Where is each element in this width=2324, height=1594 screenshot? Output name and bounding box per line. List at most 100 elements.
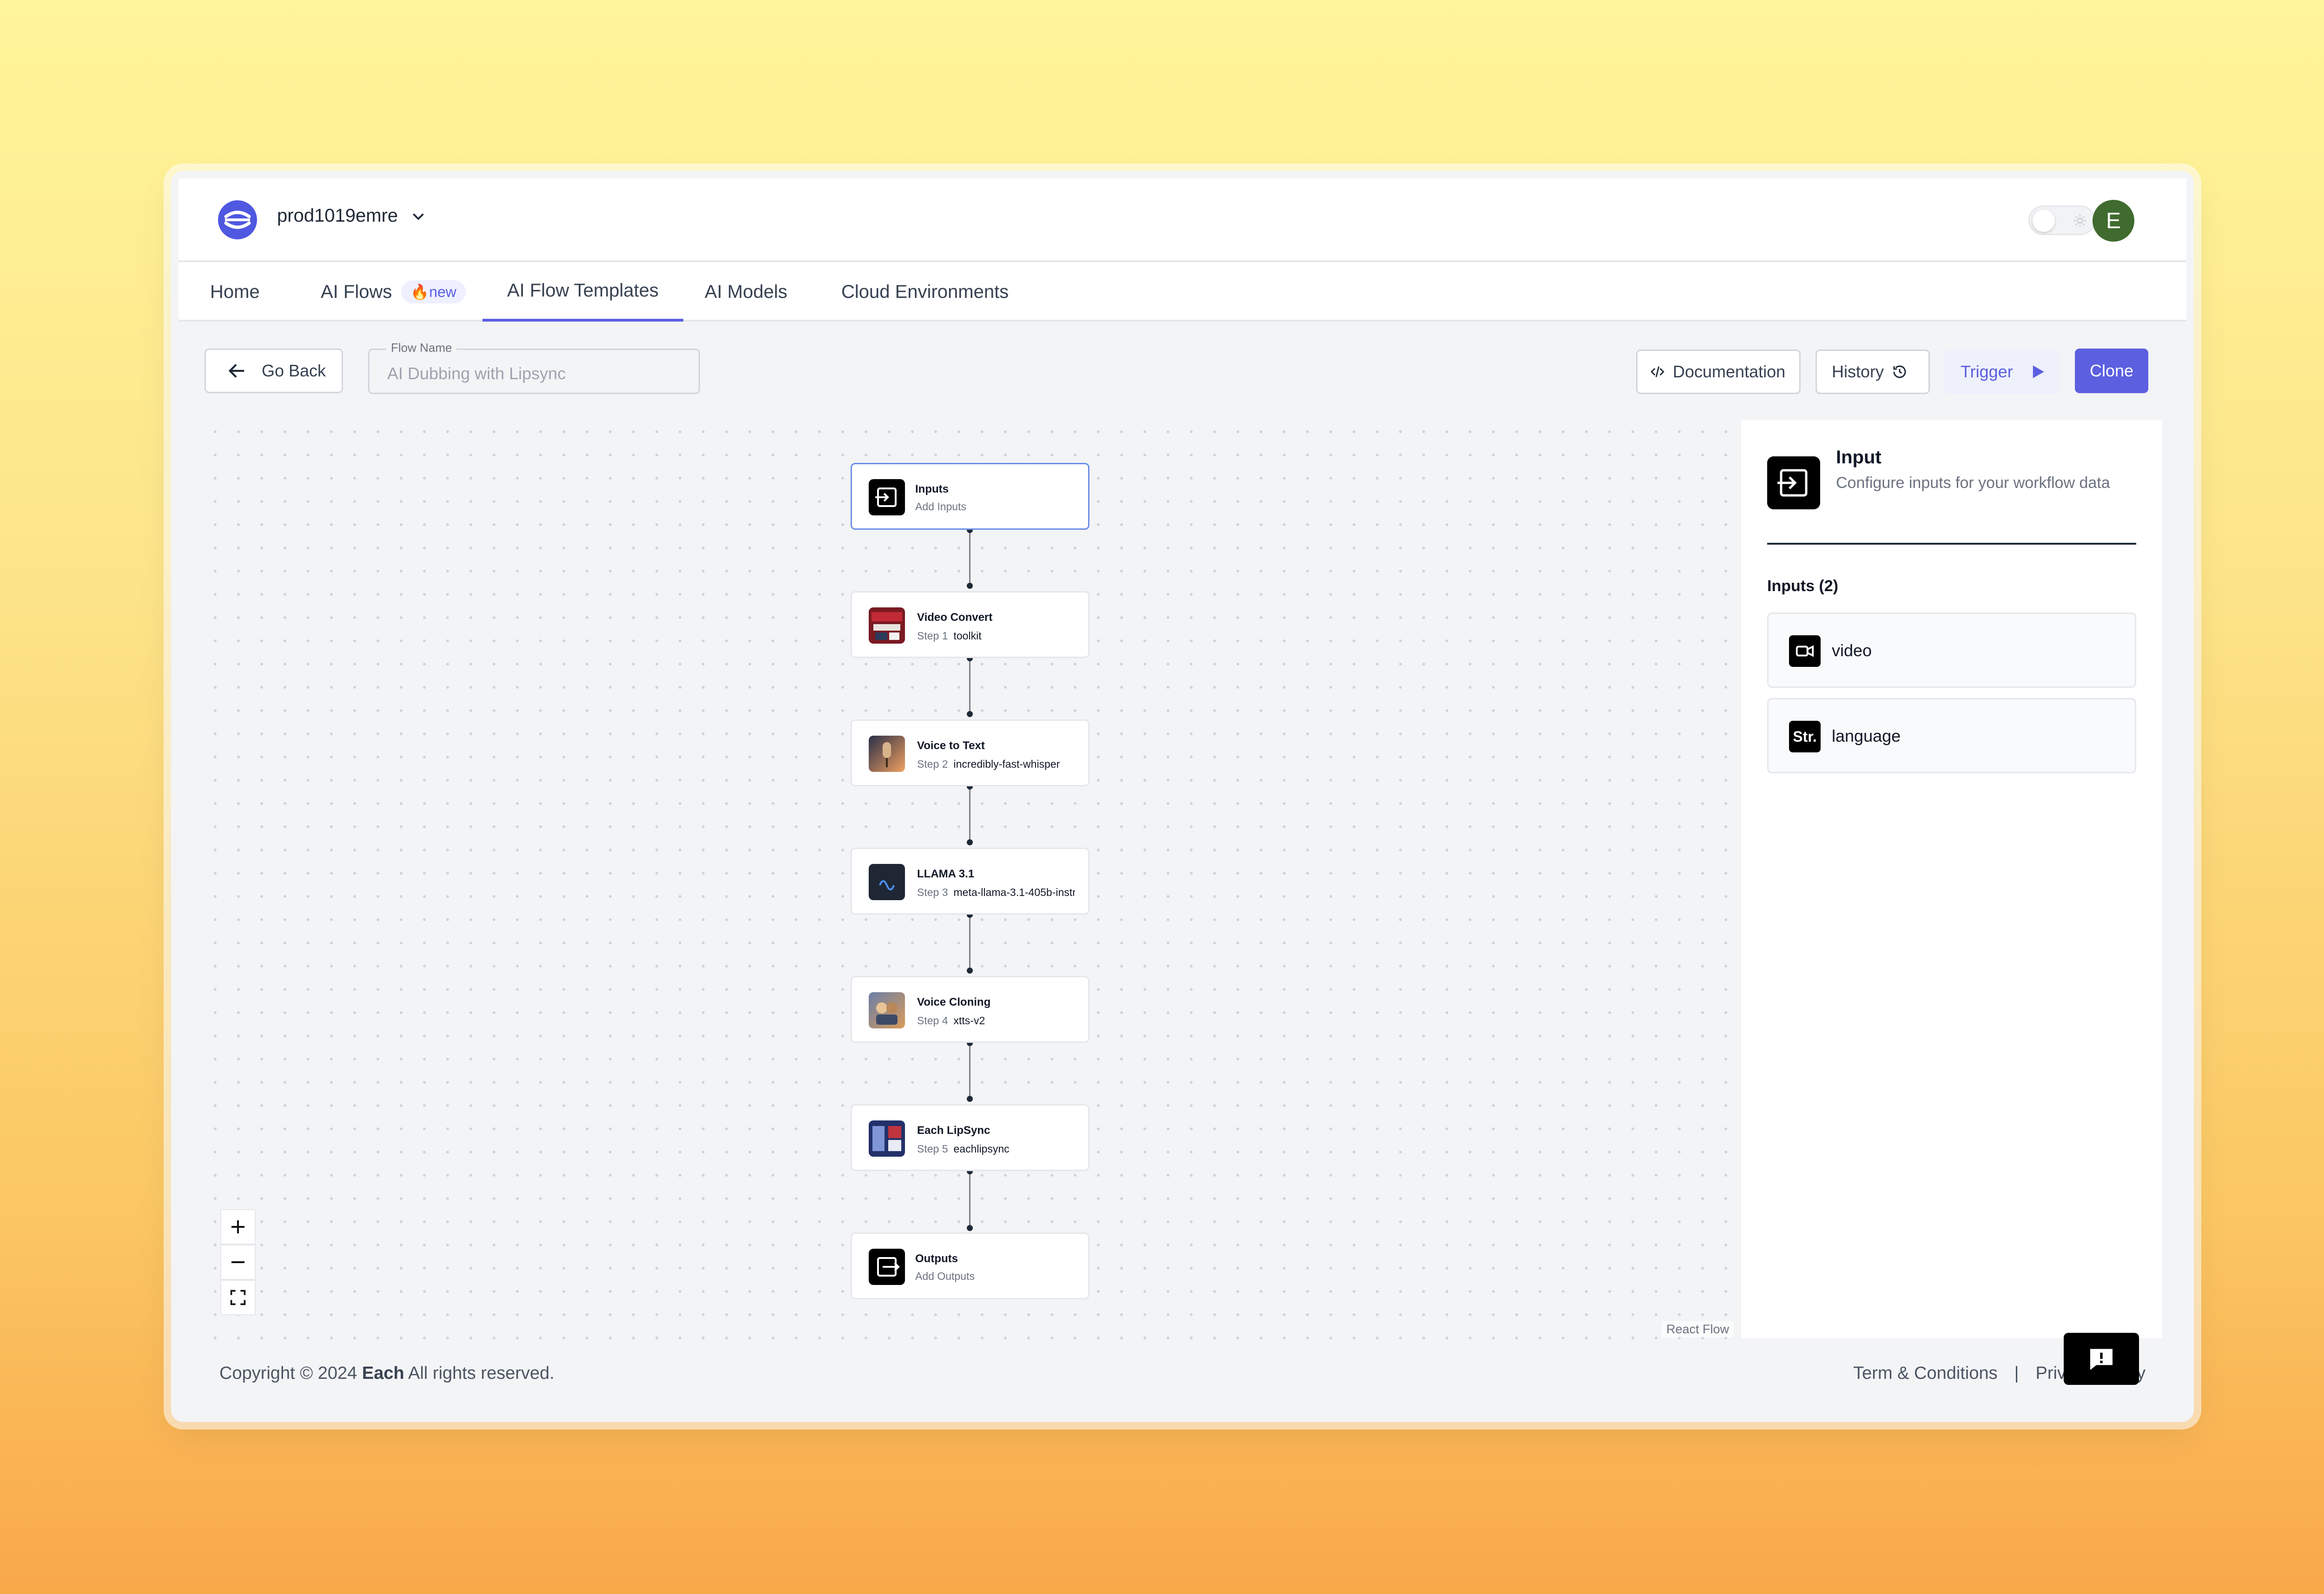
panel-title: Input	[1836, 447, 1882, 468]
top-bar: prod1019emre E	[178, 178, 2186, 262]
inputs-heading: Inputs (2)	[1767, 577, 1838, 595]
node-subtitle: Step 4 xtts-v2	[917, 1014, 1075, 1027]
flow-edge	[969, 658, 971, 714]
flow-name-label: Flow Name	[386, 341, 457, 355]
input-icon	[869, 479, 905, 515]
node-title: Inputs	[915, 483, 949, 495]
edge-handle	[967, 711, 973, 717]
trigger-label: Trigger	[1961, 362, 2013, 381]
edge-handle	[967, 839, 973, 845]
video-icon	[1789, 635, 1821, 667]
flow-name-field[interactable]: Flow Name AI Dubbing with Lipsync	[368, 341, 700, 394]
node-model: meta-llama-3.1-405b-instruct	[953, 886, 1076, 898]
node-model: toolkit	[953, 630, 982, 642]
tab-ai-flow-templates[interactable]: AI Flow Templates	[482, 262, 683, 322]
tab-ai-flow-templates-label: AI Flow Templates	[507, 280, 659, 301]
flow-edge	[969, 530, 971, 586]
edge-handle	[967, 968, 973, 974]
documentation-button[interactable]: Documentation	[1636, 349, 1801, 394]
node-model: xtts-v2	[953, 1014, 985, 1027]
output-icon	[869, 1249, 905, 1285]
new-badge: 🔥new	[401, 280, 466, 303]
input-icon	[1767, 456, 1820, 509]
video-convert-node[interactable]: Video Convert Step 1 toolkit	[851, 591, 1089, 658]
plus-icon	[231, 1220, 244, 1233]
documentation-label: Documentation	[1673, 362, 1786, 381]
node-title: Each LipSync	[917, 1124, 990, 1137]
node-title: Outputs	[915, 1252, 958, 1265]
workspace-selector[interactable]: prod1019emre	[277, 205, 427, 226]
brand-name: Each	[362, 1363, 404, 1383]
input-item-video[interactable]: video	[1767, 613, 2136, 688]
history-button[interactable]: History	[1816, 349, 1930, 394]
toggle-knob	[2033, 210, 2055, 232]
tab-home-label: Home	[210, 281, 260, 302]
react-flow-attribution[interactable]: React Flow	[1661, 1321, 1734, 1337]
flow-edge	[969, 1043, 971, 1099]
video-convert-thumbnail	[869, 607, 905, 644]
flow-name-value: AI Dubbing with Lipsync	[387, 364, 566, 383]
node-title: Voice Cloning	[917, 996, 991, 1008]
tab-home[interactable]: Home	[210, 262, 260, 322]
flow-edge	[969, 915, 971, 970]
divider	[1767, 543, 2136, 545]
history-label: History	[1832, 362, 1884, 381]
flow-edge	[969, 786, 971, 842]
tab-ai-flows-label: AI Flows	[321, 281, 392, 302]
voice-cloning-thumbnail	[869, 992, 905, 1028]
chevron-down-icon	[413, 213, 424, 220]
tab-ai-models-label: AI Models	[705, 281, 787, 302]
user-avatar[interactable]: E	[2093, 200, 2134, 242]
workspace-name: prod1019emre	[277, 205, 398, 226]
tab-cloud-environments[interactable]: Cloud Environments	[841, 262, 1009, 322]
tab-ai-flows[interactable]: AI Flows 🔥new	[321, 262, 466, 322]
badge-label: new	[429, 283, 456, 300]
node-subtitle: Step 1 toolkit	[917, 630, 1075, 642]
input-label: language	[1832, 726, 1901, 745]
go-back-button[interactable]: Go Back	[205, 349, 343, 393]
feedback-chat-button[interactable]	[2064, 1333, 2139, 1385]
input-item-language[interactable]: Str. language	[1767, 698, 2136, 773]
code-icon	[1651, 366, 1664, 377]
minus-icon	[231, 1261, 244, 1263]
fullscreen-icon	[230, 1290, 246, 1305]
voice-cloning-node[interactable]: Voice Cloning Step 4 xtts-v2	[851, 976, 1089, 1043]
panel-description: Configure inputs for your workflow data	[1836, 474, 2110, 492]
theme-toggle[interactable]	[2028, 205, 2095, 235]
sun-icon	[2073, 214, 2086, 227]
each-lipsync-node[interactable]: Each LipSync Step 5 eachlipsync	[851, 1104, 1089, 1171]
tab-ai-models[interactable]: AI Models	[705, 262, 787, 322]
node-step: Step 2	[917, 758, 948, 770]
edge-handle	[967, 583, 973, 589]
fit-view-button[interactable]	[220, 1280, 256, 1315]
main-nav: Home AI Flows 🔥new AI Flow Templates AI …	[178, 262, 2186, 322]
voice-to-text-node[interactable]: Voice to Text Step 2 incredibly-fast-whis…	[851, 719, 1089, 786]
node-title: LLAMA 3.1	[917, 868, 975, 880]
copyright-suffix: All rights reserved.	[408, 1363, 555, 1383]
trigger-button[interactable]: Trigger	[1945, 349, 2060, 394]
clone-button[interactable]: Clone	[2075, 349, 2148, 393]
outputs-node[interactable]: Outputs Add Outputs	[851, 1232, 1089, 1299]
node-step: Step 5	[917, 1143, 948, 1155]
meta-logo-thumbnail	[869, 864, 905, 900]
edge-handle	[967, 1225, 973, 1231]
arrow-left-icon	[228, 364, 244, 378]
footer-separator: |	[2014, 1363, 2019, 1383]
node-model: incredibly-fast-whisper	[953, 758, 1060, 770]
node-step: Step 4	[917, 1014, 948, 1027]
inputs-node[interactable]: Inputs Add Inputs	[851, 463, 1089, 530]
flow-canvas[interactable]: Inputs Add Inputs Video Convert Step 1 to…	[204, 420, 1737, 1340]
zoom-out-button[interactable]	[220, 1245, 256, 1280]
node-step: Step 3	[917, 886, 948, 898]
input-label: video	[1832, 641, 1872, 660]
input-config-panel: Input Configure inputs for your workflow…	[1741, 420, 2162, 1338]
node-subtitle: Step 3 meta-llama-3.1-405b-instruct	[917, 886, 1075, 899]
copyright-prefix: Copyright © 2024	[219, 1363, 357, 1383]
terms-link[interactable]: Term & Conditions	[1853, 1363, 1997, 1383]
go-back-label: Go Back	[262, 361, 326, 380]
tab-cloud-environments-label: Cloud Environments	[841, 281, 1009, 302]
brand-logo-icon[interactable]	[217, 199, 258, 241]
play-icon	[2033, 365, 2044, 378]
zoom-in-button[interactable]	[220, 1209, 256, 1245]
llama-node[interactable]: LLAMA 3.1 Step 3 meta-llama-3.1-405b-inst…	[851, 848, 1089, 915]
